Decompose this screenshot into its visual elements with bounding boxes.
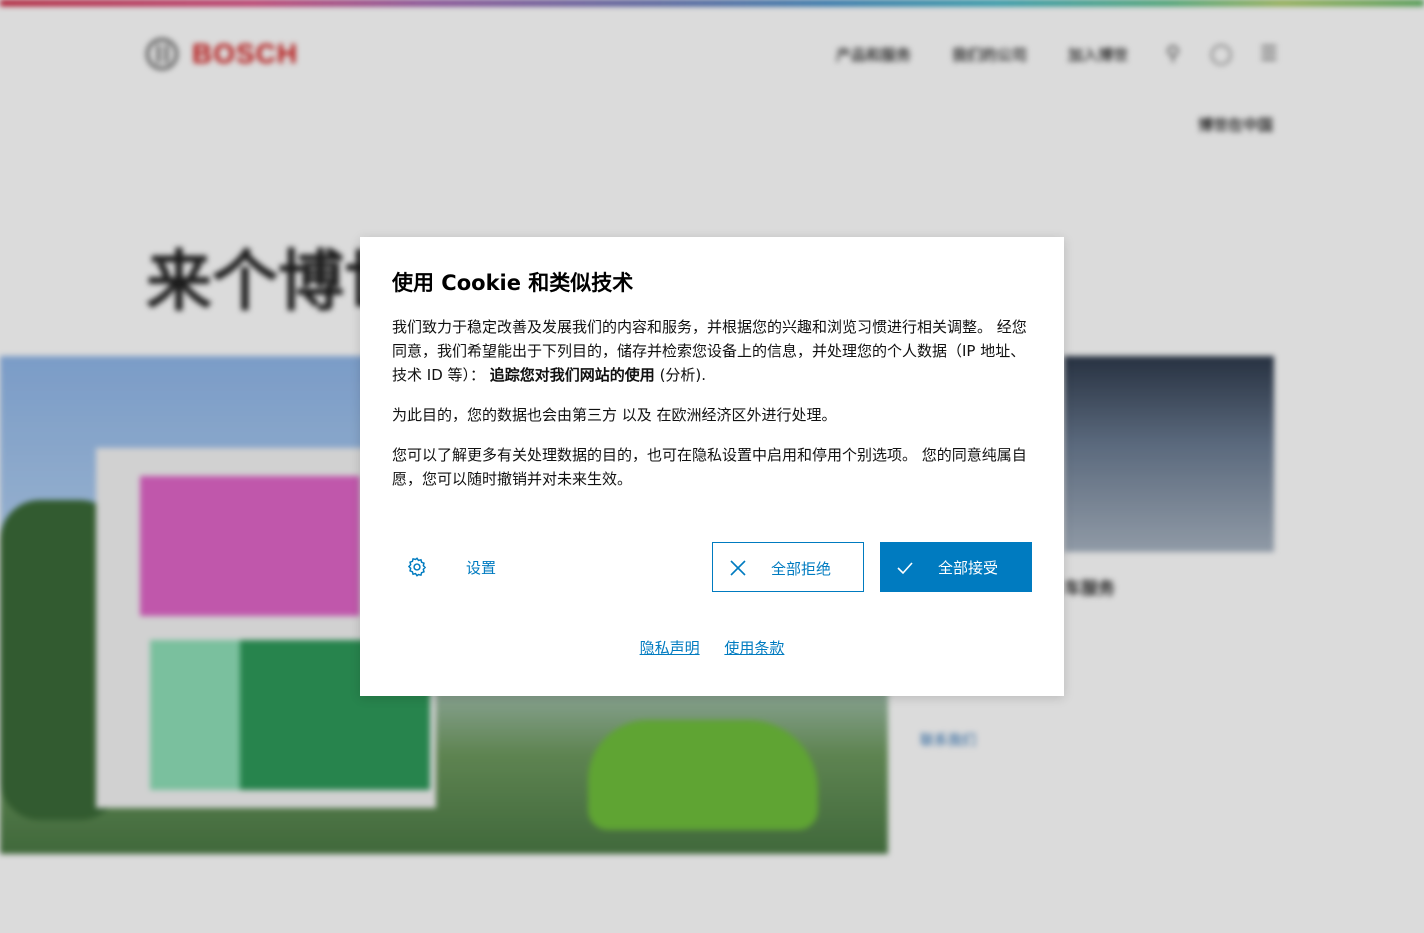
accept-all-button[interactable]: 全部接受 — [880, 542, 1032, 592]
dialog-links: 隐私声明 使用条款 — [360, 637, 1064, 658]
privacy-statement-link[interactable]: 隐私声明 — [640, 639, 700, 657]
cookie-dialog: 使用 Cookie 和类似技术 我们致力于稳定改善及发展我们的内容和服务，并根据… — [360, 237, 1064, 696]
gear-icon — [407, 557, 427, 577]
dialog-title: 使用 Cookie 和类似技术 — [392, 271, 634, 295]
checkmark-icon — [897, 562, 913, 575]
reject-all-label: 全部拒绝 — [771, 560, 832, 578]
consent-paragraph-2: 为此目的，您的数据也会由第三方 以及 在欧洲经济区外进行处理。 — [392, 406, 837, 424]
accept-all-label: 全部接受 — [938, 559, 999, 577]
settings-button[interactable]: 设置 — [392, 542, 542, 592]
consent-purpose: 追踪您对我们网站的使用 — [489, 366, 655, 384]
settings-label: 设置 — [466, 559, 497, 577]
consent-paragraph-1: 我们致力于稳定改善及发展我们的内容和服务，并根据您的兴趣和浏览习惯进行相关调整。… — [392, 315, 1032, 387]
close-icon — [730, 560, 746, 576]
consent-purpose-suffix: (分析). — [654, 366, 707, 384]
reject-all-button[interactable]: 全部拒绝 — [712, 542, 864, 592]
consent-text: 我们致力于稳定改善及发展我们的内容和服务，并根据您的兴趣和浏览习惯进行相关调整。… — [392, 318, 1027, 384]
dialog-actions: 设置 全部拒绝 全部接受 — [392, 542, 1032, 592]
terms-of-use-link[interactable]: 使用条款 — [724, 639, 784, 657]
consent-paragraph-3: 您可以了解更多有关处理数据的目的，也可在隐私设置中启用和停用个别选项。 您的同意… — [392, 446, 1027, 488]
